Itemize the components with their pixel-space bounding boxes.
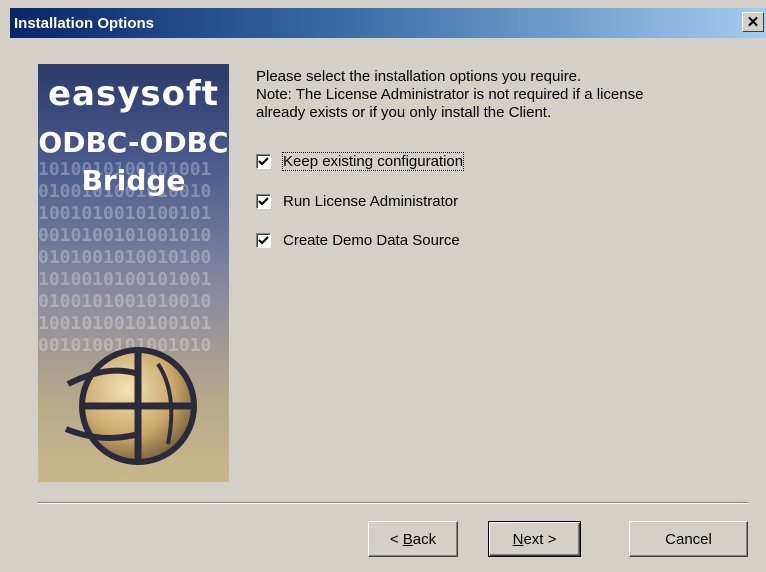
dialog-title: Installation Options bbox=[14, 14, 155, 32]
keep-config-checkbox[interactable] bbox=[256, 153, 271, 169]
product-name: ODBC-ODBC Bridge bbox=[38, 124, 229, 200]
next-button[interactable]: Next > bbox=[488, 521, 581, 557]
brand-logo-text: easysoft bbox=[47, 74, 220, 114]
product-name-line2: Bridge bbox=[81, 164, 186, 197]
instructions-line-1: Please select the installation options y… bbox=[256, 68, 582, 85]
run-license-admin-label[interactable]: Run License Administrator bbox=[283, 193, 458, 210]
product-name-line1: ODBC-ODBC bbox=[38, 126, 229, 159]
close-icon: ✕ bbox=[746, 13, 760, 31]
option-run-license-administrator[interactable]: Run License Administrator bbox=[256, 190, 458, 212]
cancel-button-label: Cancel bbox=[665, 530, 712, 548]
cancel-button[interactable]: Cancel bbox=[629, 521, 748, 557]
close-button[interactable]: ✕ bbox=[742, 12, 764, 32]
back-button[interactable]: < Back bbox=[368, 521, 458, 557]
installation-options-dialog: Installation Options ✕ 1010010100101001 … bbox=[0, 0, 766, 572]
checkmark-icon bbox=[258, 235, 269, 245]
globe-icon bbox=[64, 347, 197, 465]
title-bar[interactable]: Installation Options ✕ bbox=[10, 8, 766, 38]
create-demo-checkbox[interactable] bbox=[256, 232, 271, 248]
run-license-admin-checkbox[interactable] bbox=[256, 193, 271, 209]
instructions-line-3: already exists or if you only install th… bbox=[256, 104, 552, 121]
instructions-text: Please select the installation options y… bbox=[256, 68, 736, 122]
instructions-line-2: Note: The License Administrator is not r… bbox=[256, 86, 644, 103]
checkmark-icon bbox=[258, 196, 269, 206]
create-demo-label[interactable]: Create Demo Data Source bbox=[283, 232, 460, 249]
keep-config-label[interactable]: Keep existing configuration bbox=[281, 151, 465, 171]
back-button-label: < Back bbox=[389, 530, 437, 548]
product-banner-image: 1010010100101001 0100101001010010 100101… bbox=[38, 64, 229, 482]
checkmark-icon bbox=[258, 156, 269, 166]
button-divider bbox=[38, 502, 748, 504]
option-keep-existing-configuration[interactable]: Keep existing configuration bbox=[256, 150, 465, 172]
next-button-label: Next > bbox=[512, 530, 557, 548]
option-create-demo-data-source[interactable]: Create Demo Data Source bbox=[256, 229, 460, 251]
